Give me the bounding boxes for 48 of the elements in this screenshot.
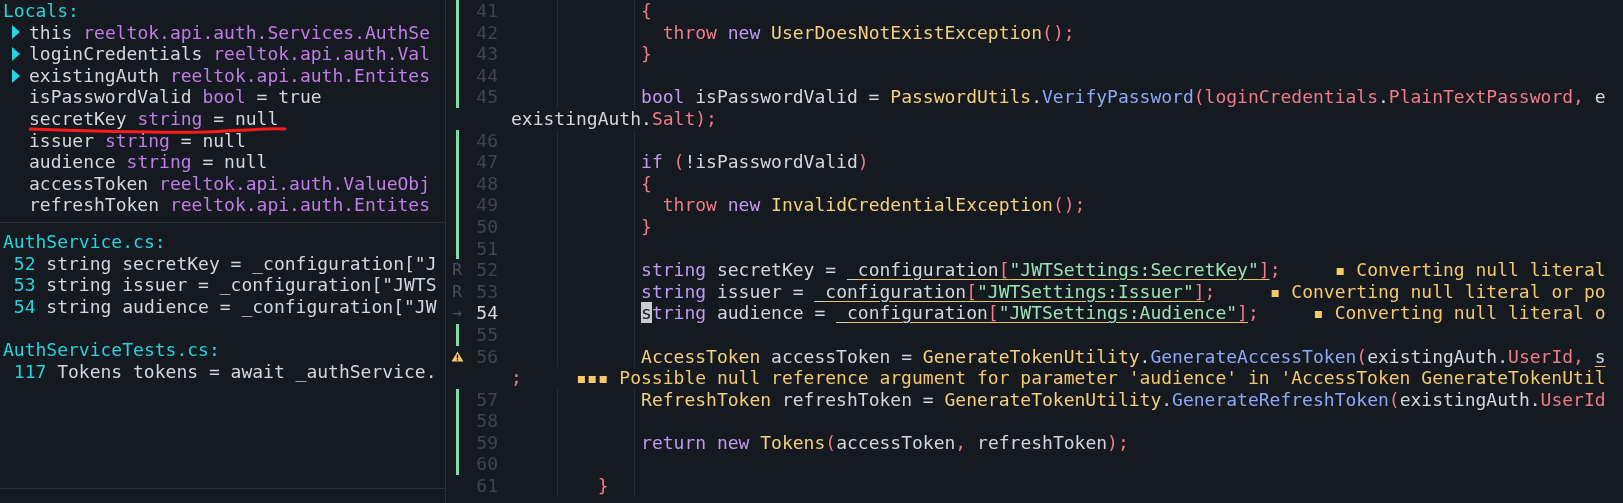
local-variable[interactable]: existingAuth reeltok.api.auth.Entites: [29, 64, 430, 87]
file-name: AuthService.cs:: [3, 230, 166, 253]
line-number: 52: [13, 252, 36, 275]
local-variable[interactable]: isPasswordValid bool = true: [29, 86, 322, 108]
reference-snippet[interactable]: string issuer = _configuration["JWTS: [46, 274, 437, 296]
expand-icon[interactable]: [11, 24, 21, 41]
local-variable[interactable]: refreshToken reeltok.api.auth.Entites: [29, 194, 430, 216]
code-line: }: [596, 475, 609, 497]
local-variable[interactable]: audience string = null: [29, 151, 268, 173]
line-number: 54: [13, 295, 36, 318]
code-line: ;: [511, 367, 522, 389]
local-variable[interactable]: secretKey string = null: [29, 107, 279, 130]
line-number: 54: [476, 302, 498, 324]
code-line: RefreshToken refreshToken = GenerateTokenUtility.GenerateRefreshToken(existingAuth.UserId: [640, 388, 1606, 411]
inline-diagnostic: ▪ Converting null literal or po: [1269, 280, 1606, 303]
gutter-sign: R: [452, 259, 462, 281]
code-line: string secretKey = _configuration["JWTSettings:SecretKey"];: [640, 259, 1281, 281]
code-line: existingAuth.Salt);: [511, 107, 717, 130]
reference-snippet[interactable]: string audience = _configuration["JW: [46, 295, 437, 318]
section-title: Locals:: [3, 0, 79, 22]
code-line: }: [640, 43, 652, 65]
reference-snippet[interactable]: Tokens tokens = await _authService.: [57, 360, 437, 383]
code-line: AccessToken accessToken = GenerateTokenUtility.GenerateAccessToken(existingAuth.UserId, s: [640, 345, 1606, 368]
code-line: throw new UserDoesNotExistException();: [661, 21, 1075, 44]
code-line: string issuer = _configuration["JWTSettings:Issuer"];: [640, 280, 1216, 303]
code-line: return new Tokens(accessToken, refreshToken);: [640, 431, 1129, 454]
local-variable[interactable]: this reeltok.api.auth.Services.AuthSe: [29, 21, 430, 44]
inline-diagnostic: ▪▪▪ Possible null reference argument for parameter 'audience' in 'AccessToken GenerateTokenUtil: [576, 367, 1606, 389]
code-line: {: [640, 172, 652, 195]
local-variable[interactable]: loginCredentials reeltok.api.auth.Val: [29, 43, 430, 65]
expand-icon[interactable]: [11, 46, 21, 62]
reference-snippet[interactable]: string secretKey = _configuration["J: [46, 252, 437, 275]
gutter-sign: R: [452, 280, 462, 303]
expand-icon[interactable]: [11, 67, 21, 84]
code-line: throw new InvalidCredentialException();: [661, 194, 1086, 216]
inline-diagnostic: ▪ Converting null literal o: [1312, 302, 1606, 324]
code-line: }: [640, 215, 652, 238]
code-line: if (!isPasswordValid): [640, 151, 869, 173]
code-line: bool isPasswordValid = PasswordUtils.VerifyPassword(loginCredentials.PlainTextPassword, e: [640, 86, 1606, 108]
inline-diagnostic: ▪ Converting null literal: [1334, 259, 1606, 281]
local-variable[interactable]: issuer string = null: [29, 129, 246, 152]
file-name: AuthServiceTests.cs:: [3, 338, 220, 361]
code-line: {: [640, 0, 652, 22]
gutter-sign: →: [452, 302, 462, 324]
code-line: string audience = _configuration["JWTSettings:Audience"];: [640, 302, 1259, 324]
local-variable[interactable]: accessToken reeltok.api.auth.ValueObj: [29, 172, 430, 195]
line-number: 53: [13, 274, 36, 296]
line-number: 117: [13, 360, 47, 383]
